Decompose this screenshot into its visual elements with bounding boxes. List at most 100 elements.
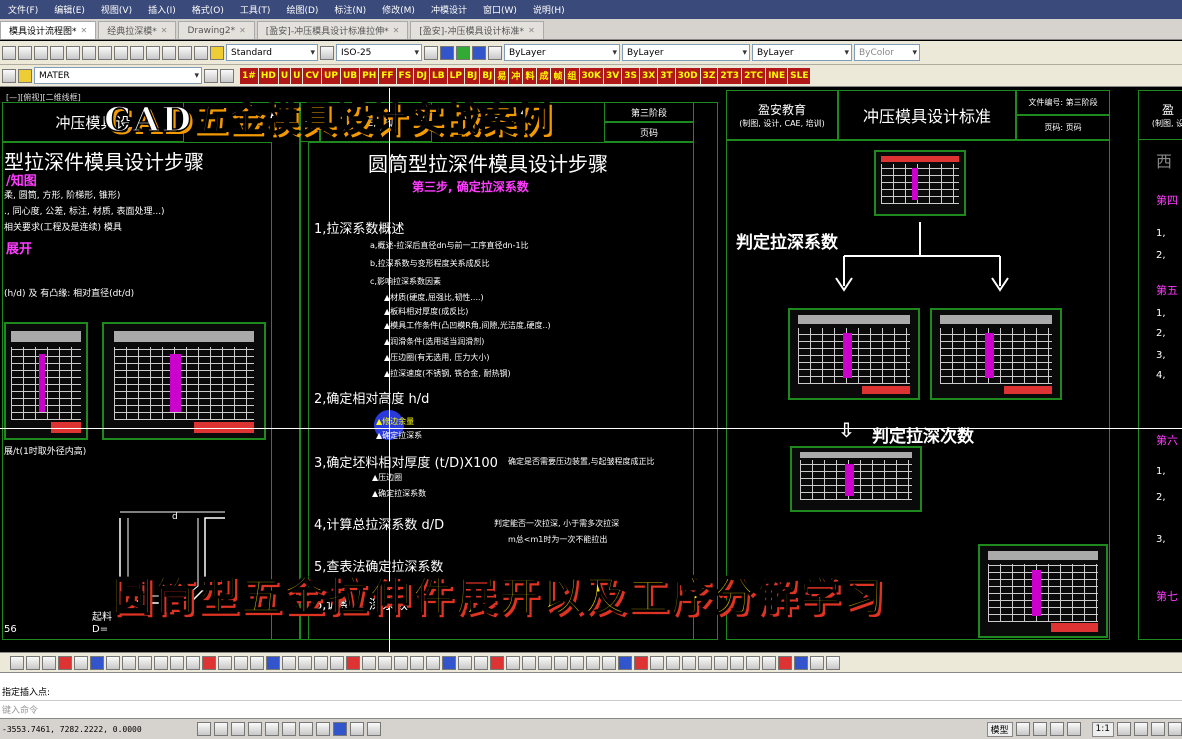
layout1-icon[interactable]: [1015, 722, 1030, 736]
visual-style-icon[interactable]: [488, 45, 502, 60]
drawing-tool-icon[interactable]: [282, 655, 296, 670]
plugin-button[interactable]: UB: [340, 67, 360, 84]
plugin-button[interactable]: 30D: [675, 67, 700, 84]
drawing-tool-icon[interactable]: [490, 655, 504, 670]
drawing-tool-icon[interactable]: [234, 655, 248, 670]
drawing-tool-icon[interactable]: [330, 655, 344, 670]
linetype-select[interactable]: ByLayer: [622, 44, 750, 61]
cut-icon[interactable]: [50, 45, 64, 60]
layer-bulb-icon[interactable]: [18, 68, 32, 83]
plugin-button[interactable]: U: [291, 67, 303, 84]
document-tab[interactable]: [盈安]-冲压模具设计标准拉伸* ✕: [256, 21, 409, 39]
plugin-button[interactable]: LB: [430, 67, 447, 84]
document-tab[interactable]: 模具设计流程图* ✕: [0, 21, 97, 39]
menu-item[interactable]: 修改(M): [374, 3, 423, 16]
ortho-icon[interactable]: [231, 722, 245, 736]
annotation-visibility-icon[interactable]: [1117, 722, 1131, 736]
properties-icon[interactable]: [178, 45, 192, 60]
plugin-button[interactable]: 成: [537, 67, 551, 84]
drawing-tool-icon[interactable]: [794, 655, 808, 670]
plugin-button[interactable]: FF: [379, 67, 396, 84]
zoom-window-icon[interactable]: [162, 45, 176, 60]
drawing-tool-icon[interactable]: [618, 655, 632, 670]
text-style-select[interactable]: Standard: [226, 44, 318, 61]
drawing-tool-icon[interactable]: [170, 655, 184, 670]
pan-status-icon[interactable]: [1049, 722, 1064, 736]
drawing-tool-icon[interactable]: [362, 655, 376, 670]
plugin-button[interactable]: 帧: [551, 67, 565, 84]
plugin-button[interactable]: 组: [565, 67, 579, 84]
plugin-button[interactable]: BJ: [464, 67, 480, 84]
layout2-icon[interactable]: [1032, 722, 1047, 736]
plugin-button[interactable]: PH: [360, 67, 379, 84]
drawing-canvas[interactable]: [—][俯视][二维线框] 冲压模具设 型拉深件模具设计步骤 /知图 柔, 圆筒…: [0, 88, 1182, 652]
color-select[interactable]: ByLayer: [504, 44, 620, 61]
plugin-button[interactable]: 料: [523, 67, 537, 84]
plugin-button[interactable]: U: [278, 67, 291, 84]
pan-icon[interactable]: [130, 45, 144, 60]
drawing-tool-icon[interactable]: [570, 655, 584, 670]
osnap-icon[interactable]: [265, 722, 279, 736]
qp-icon[interactable]: [350, 722, 364, 736]
close-tab-icon[interactable]: ✕: [81, 26, 88, 35]
drawing-tool-icon[interactable]: [730, 655, 744, 670]
grid-icon[interactable]: [214, 722, 228, 736]
menu-item[interactable]: 文件(F): [0, 3, 46, 16]
drawing-tool-icon[interactable]: [122, 655, 136, 670]
drawing-tool-icon[interactable]: [826, 655, 840, 670]
drawing-tool-icon[interactable]: [554, 655, 568, 670]
document-tab[interactable]: [盈安]-冲压模具设计标准* ✕: [410, 21, 544, 39]
drawing-tool-icon[interactable]: [666, 655, 680, 670]
plugin-button[interactable]: 30K: [579, 67, 603, 84]
plugin-button[interactable]: CV: [303, 67, 322, 84]
plugin-button[interactable]: 3S: [622, 67, 639, 84]
drawing-tool-icon[interactable]: [650, 655, 664, 670]
drawing-tool-icon[interactable]: [58, 655, 72, 670]
annotation-scale[interactable]: 1:1: [1091, 721, 1114, 737]
polar-icon[interactable]: [248, 722, 262, 736]
save-icon[interactable]: [2, 45, 16, 60]
menu-item[interactable]: 格式(O): [184, 3, 232, 16]
plugin-button[interactable]: LP: [447, 67, 464, 84]
make-current-icon[interactable]: [220, 68, 234, 83]
drawing-tool-icon[interactable]: [218, 655, 232, 670]
material-icon[interactable]: [456, 45, 470, 60]
close-tab-icon[interactable]: ✕: [161, 26, 168, 35]
menu-item[interactable]: 说明(H): [525, 3, 573, 16]
drawing-tool-icon[interactable]: [74, 655, 88, 670]
drawing-tool-icon[interactable]: [538, 655, 552, 670]
ducs-icon[interactable]: [299, 722, 313, 736]
menu-item[interactable]: 冲模设计: [423, 3, 475, 16]
plugin-button[interactable]: 2TC: [742, 67, 766, 84]
plot-style-select[interactable]: ByColor: [854, 44, 920, 61]
drawing-tool-icon[interactable]: [186, 655, 200, 670]
drawing-tool-icon[interactable]: [314, 655, 328, 670]
drawing-tool-icon[interactable]: [586, 655, 600, 670]
drawing-tool-icon[interactable]: [714, 655, 728, 670]
drawing-tool-icon[interactable]: [426, 655, 440, 670]
drawing-tool-icon[interactable]: [42, 655, 56, 670]
drawing-tool-icon[interactable]: [202, 655, 216, 670]
plugin-button[interactable]: 2T3: [718, 67, 742, 84]
zoom-icon[interactable]: [146, 45, 160, 60]
drawing-tool-icon[interactable]: [458, 655, 472, 670]
menu-item[interactable]: 插入(I): [140, 3, 184, 16]
drawing-tool-icon[interactable]: [394, 655, 408, 670]
drawing-tool-icon[interactable]: [506, 655, 520, 670]
close-tab-icon[interactable]: ✕: [393, 26, 400, 35]
plugin-button[interactable]: SLE: [788, 67, 811, 84]
drawing-tool-icon[interactable]: [154, 655, 168, 670]
drawing-tool-icon[interactable]: [10, 655, 24, 670]
design-center-icon[interactable]: [194, 45, 208, 60]
paste-icon[interactable]: [82, 45, 96, 60]
layer-select[interactable]: MATER: [34, 67, 202, 84]
plugin-button[interactable]: 3T: [658, 67, 675, 84]
light-icon[interactable]: [472, 45, 486, 60]
menu-item[interactable]: 视图(V): [93, 3, 140, 16]
zoom-status-icon[interactable]: [1066, 722, 1081, 736]
menu-item[interactable]: 工具(T): [232, 3, 279, 16]
lock-icon[interactable]: [1151, 722, 1165, 736]
drawing-tool-icon[interactable]: [634, 655, 648, 670]
preview-icon[interactable]: [34, 45, 48, 60]
drawing-tool-icon[interactable]: [378, 655, 392, 670]
